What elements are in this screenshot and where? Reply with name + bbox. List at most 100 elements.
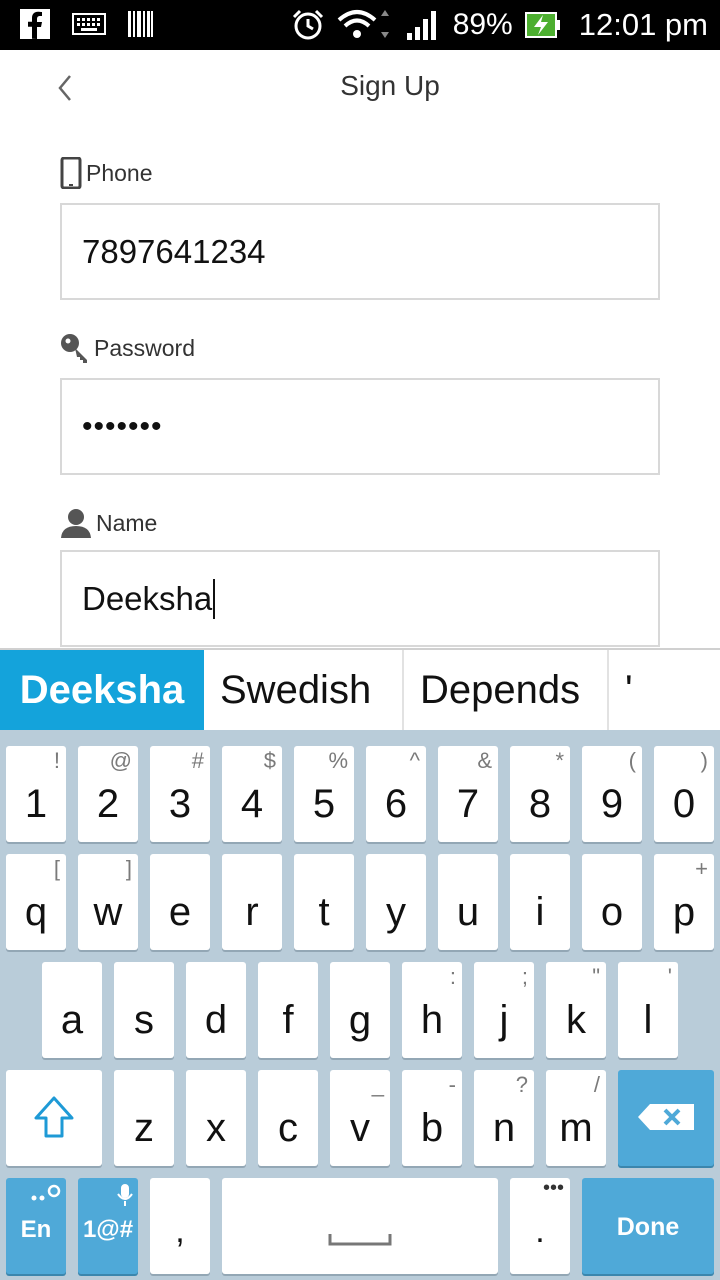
- key-label: 2: [96, 782, 120, 826]
- key-o[interactable]: o: [582, 854, 642, 950]
- suggestion-item[interactable]: ': [609, 650, 720, 730]
- key-h[interactable]: :h: [402, 962, 462, 1058]
- key-t[interactable]: t: [294, 854, 354, 950]
- key-8[interactable]: * 8: [510, 746, 570, 842]
- key-label: i: [535, 890, 545, 934]
- password-value: •••••••: [82, 409, 163, 443]
- key-label: v: [350, 1106, 370, 1150]
- key-i[interactable]: i: [510, 854, 570, 950]
- key-alt-label: -: [448, 1072, 456, 1097]
- key-z[interactable]: z: [114, 1070, 174, 1166]
- key-6[interactable]: ^ 6: [366, 746, 426, 842]
- shift-key[interactable]: [6, 1070, 102, 1166]
- key-l[interactable]: ' l: [618, 962, 678, 1058]
- key-m[interactable]: / m: [546, 1070, 606, 1166]
- key-alt-label: @: [109, 748, 132, 773]
- key-2[interactable]: @2: [78, 746, 138, 842]
- key-a[interactable]: a: [42, 962, 102, 1058]
- key-u[interactable]: u: [438, 854, 498, 950]
- key-1[interactable]: ! 1: [6, 746, 66, 842]
- space-bar-icon: [328, 1234, 392, 1246]
- phone-label-text: Phone: [86, 159, 153, 186]
- key-5[interactable]: % 5: [294, 746, 354, 842]
- key-label: 4: [240, 782, 264, 826]
- suggestion-item[interactable]: Depends: [404, 650, 609, 730]
- backspace-key[interactable]: [618, 1070, 714, 1166]
- done-key[interactable]: Done: [582, 1178, 714, 1274]
- key-label: c: [278, 1106, 298, 1150]
- key-label: u: [456, 890, 480, 934]
- key-f[interactable]: f: [258, 962, 318, 1058]
- key-label: 1: [24, 782, 48, 826]
- key-j[interactable]: ; j: [474, 962, 534, 1058]
- key-3[interactable]: #3: [150, 746, 210, 842]
- key-alt-label: ": [592, 964, 600, 989]
- key-4[interactable]: $4: [222, 746, 282, 842]
- page-title: Sign Up: [340, 70, 440, 101]
- key-label: s: [134, 998, 154, 1042]
- facebook-icon: [20, 9, 50, 39]
- suggestion-item[interactable]: Deeksha: [0, 650, 204, 730]
- suggestion-item[interactable]: Swedish: [204, 650, 404, 730]
- key-g[interactable]: g: [330, 962, 390, 1058]
- key-9[interactable]: (9: [582, 746, 642, 842]
- key-d[interactable]: d: [186, 962, 246, 1058]
- keyboard: ! 1 @2 #3 $4% 5 ^ 6 & 7 * 8(9) 0[q] w e r t y u i o + p a s d f g: h…: [0, 730, 720, 1280]
- name-input[interactable]: Deeksha: [60, 550, 660, 647]
- key-b[interactable]: -b: [402, 1070, 462, 1166]
- key-w[interactable]: ] w: [78, 854, 138, 950]
- key-label: t: [318, 890, 330, 934]
- key-7[interactable]: & 7: [438, 746, 498, 842]
- key-label: q: [24, 890, 48, 934]
- key-alt-label: ?: [515, 1072, 528, 1097]
- key-q[interactable]: [q: [6, 854, 66, 950]
- key-alt-label: _: [371, 1072, 384, 1097]
- microphone-icon: [117, 1184, 133, 1206]
- key-alt-label: $: [263, 748, 276, 773]
- key-x[interactable]: x: [186, 1070, 246, 1166]
- key-alt-label: ;: [521, 964, 528, 989]
- key-0[interactable]: ) 0: [654, 746, 714, 842]
- key-icon: [61, 334, 87, 363]
- person-icon: [61, 509, 91, 538]
- key-label: o: [600, 890, 624, 934]
- key-s[interactable]: s: [114, 962, 174, 1058]
- key-label: l: [643, 998, 653, 1042]
- phone-label: Phone: [60, 153, 153, 193]
- key-label: r: [245, 890, 259, 934]
- key-alt-label: &: [477, 748, 492, 773]
- key-alt-label: /: [593, 1072, 600, 1097]
- key-label: 8: [528, 782, 552, 826]
- key-e[interactable]: e: [150, 854, 210, 950]
- key-label: 6: [384, 782, 408, 826]
- password-input[interactable]: •••••••: [60, 378, 660, 475]
- key-label: z: [134, 1106, 154, 1150]
- key-label: 3: [168, 782, 192, 826]
- key-r[interactable]: r: [222, 854, 282, 950]
- period-key[interactable]: ••• .: [510, 1178, 570, 1274]
- wifi-icon: [337, 10, 389, 38]
- period-label: .: [535, 1212, 545, 1250]
- comma-key[interactable]: ,: [150, 1178, 210, 1274]
- key-label: a: [60, 998, 84, 1042]
- key-alt-label: #: [191, 748, 204, 773]
- key-c[interactable]: c: [258, 1070, 318, 1166]
- space-key[interactable]: [222, 1178, 498, 1274]
- battery-percent: 89%: [452, 8, 513, 41]
- key-p[interactable]: + p: [654, 854, 714, 950]
- done-label: Done: [616, 1213, 680, 1241]
- symbols-key[interactable]: 1@#: [78, 1178, 138, 1274]
- key-label: 5: [312, 782, 336, 826]
- password-label-text: Password: [94, 334, 195, 361]
- signal-icon: [406, 11, 436, 40]
- key-alt-label: %: [328, 748, 348, 773]
- keyboard-icon: [72, 13, 106, 35]
- phone-input[interactable]: 7897641234: [60, 203, 660, 300]
- key-n[interactable]: ? n: [474, 1070, 534, 1166]
- key-label: 7: [456, 782, 480, 826]
- key-y[interactable]: y: [366, 854, 426, 950]
- language-key[interactable]: En: [6, 1178, 66, 1274]
- key-label: y: [386, 890, 406, 934]
- key-k[interactable]: " k: [546, 962, 606, 1058]
- key-v[interactable]: _ v: [330, 1070, 390, 1166]
